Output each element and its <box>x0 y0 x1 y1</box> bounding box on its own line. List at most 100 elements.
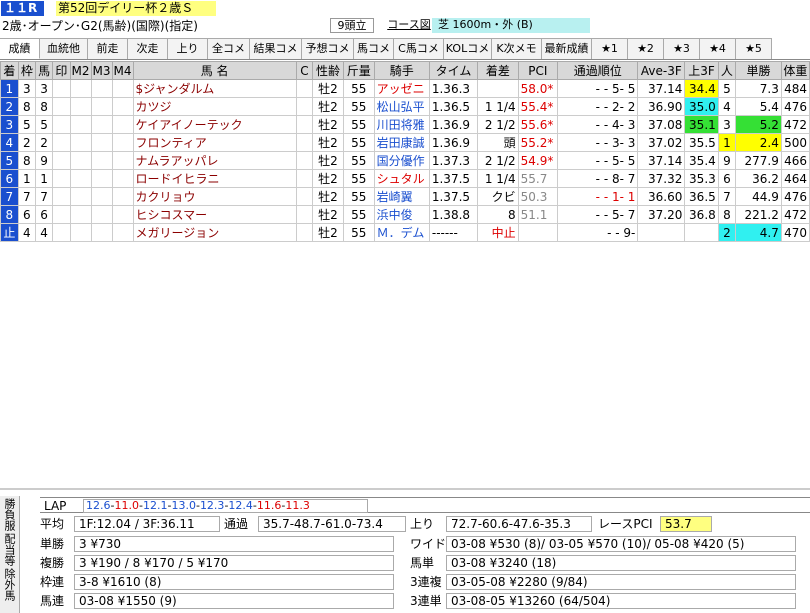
up-value: 72.7-60.6-47.6-35.3 <box>446 516 592 532</box>
lap-split: 11.3 <box>285 499 310 512</box>
col-header-20[interactable]: 体重 <box>780 61 810 80</box>
col-header-9[interactable]: 性齢 <box>312 61 344 80</box>
last-3f: 34.4 <box>684 79 719 98</box>
col-header-5[interactable]: M3 <box>90 61 113 80</box>
col-header-0[interactable]: 着 <box>0 61 19 80</box>
col-header-12[interactable]: タイム <box>428 61 479 80</box>
tab-1[interactable]: 血統他 <box>40 38 88 59</box>
tab-5[interactable]: 全コメ <box>208 38 250 59</box>
last-3f: 35.4 <box>684 151 719 170</box>
col-header-18[interactable]: 人 <box>717 61 737 80</box>
m4-cell <box>111 97 134 116</box>
c-cell <box>295 115 314 134</box>
ave-3f: 37.08 <box>637 115 686 134</box>
col-header-2[interactable]: 馬 <box>34 61 54 80</box>
side-tab-2[interactable]: 除外馬 <box>0 568 18 601</box>
tab-17[interactable]: ★5 <box>736 38 772 59</box>
tab-16[interactable]: ★4 <box>700 38 736 59</box>
tab-7[interactable]: 予想コメ <box>302 38 354 59</box>
waku-number: 8 <box>17 151 37 170</box>
finish-time: 1.37.3 <box>428 151 479 170</box>
lap-split: 12.3 <box>199 499 225 512</box>
weight-carried: 55 <box>342 133 375 152</box>
m2-cell <box>69 151 92 170</box>
tab-10[interactable]: KOLコメ <box>444 38 492 59</box>
table-row[interactable]: 止 4 4 メガリージョン 牡2 55 Ｍ．デム ------ 中止 - - 9- 2 4.7 470 <box>0 223 810 242</box>
body-weight: 476 <box>780 97 810 116</box>
win-odds: 5.4 <box>735 97 782 116</box>
c-cell <box>295 187 314 206</box>
umaren-value: 03-08 ¥1550 (9) <box>74 593 394 609</box>
lap-split: 12.6 <box>86 499 111 512</box>
tab-8[interactable]: 馬コメ <box>354 38 394 59</box>
col-header-4[interactable]: M2 <box>69 61 92 80</box>
col-header-8[interactable]: C <box>295 61 314 80</box>
m3-cell <box>90 97 113 116</box>
col-header-13[interactable]: 着差 <box>477 61 519 80</box>
finish-time: 1.36.3 <box>428 79 479 98</box>
table-row[interactable]: 5 8 9 ナムラアッパレ 牡2 55 国分優作 1.37.3 2 1/2 54.9* - - 5-… <box>0 151 810 170</box>
margin: 中止 <box>477 223 519 242</box>
course-map-link[interactable]: コース図 <box>387 18 431 33</box>
tab-15[interactable]: ★3 <box>664 38 700 59</box>
horse-name: カツジ <box>132 97 297 116</box>
table-row[interactable]: 7 7 7 カクリョウ 牡2 55 岩崎翼 1.37.5 クビ 50.3- - 1- 1 36.60… <box>0 187 810 206</box>
avg-value: 1F:12.04 / 3F:36.11 <box>74 516 220 532</box>
sex-age: 牡2 <box>312 97 344 116</box>
mark-cell <box>52 169 71 188</box>
side-tab-1[interactable]: 配当等 <box>0 533 18 566</box>
c-cell <box>295 205 314 224</box>
table-row[interactable]: 6 1 1 ロードイヒラニ 牡2 55 シュタル 1.37.5 1 1/4 55.7- - 8- … <box>0 169 810 188</box>
col-header-16[interactable]: Ave-3F <box>637 61 686 80</box>
side-tab-0[interactable]: 勝負服 <box>0 498 18 531</box>
c-cell <box>295 79 314 98</box>
course-info: 芝 1600m・外 (B) <box>432 18 590 33</box>
passing-order: - - 1- 1 <box>557 187 639 206</box>
tab-12[interactable]: 最新成績 <box>542 38 592 59</box>
col-header-7[interactable]: 馬 名 <box>132 61 297 80</box>
tab-0[interactable]: 成績 <box>0 38 40 59</box>
table-row[interactable]: 2 8 8 カツジ 牡2 55 松山弘平 1.36.5 1 1/4 55.4* - - 2- 2 36… <box>0 97 810 116</box>
tab-2[interactable]: 前走 <box>88 38 128 59</box>
tab-11[interactable]: K次メモ <box>492 38 542 59</box>
sex-age: 牡2 <box>312 133 344 152</box>
tab-4[interactable]: 上り <box>168 38 208 59</box>
col-header-17[interactable]: 上3F <box>684 61 719 80</box>
waku-number: 2 <box>17 133 37 152</box>
col-header-11[interactable]: 騎手 <box>373 61 430 80</box>
ave-3f: 37.14 <box>637 79 686 98</box>
mark-cell <box>52 115 71 134</box>
col-header-10[interactable]: 斤量 <box>342 61 375 80</box>
c-cell <box>295 169 314 188</box>
ave-3f: 36.90 <box>637 97 686 116</box>
table-row[interactable]: 8 6 6 ヒシコスマー 牡2 55 浜中俊 1.38.8 8 51.1- - 5- 7 37.20… <box>0 205 810 224</box>
last-3f: 36.8 <box>684 205 719 224</box>
finish-time: 1.37.5 <box>428 187 479 206</box>
lap-value: 12.6-11.0-12.1-13.0-12.3-12.4-11.6-11.3 <box>83 499 368 513</box>
tab-13[interactable]: ★1 <box>592 38 628 59</box>
col-header-15[interactable]: 通過順位 <box>557 61 639 80</box>
col-header-14[interactable]: PCI <box>517 61 559 80</box>
tansho-value: 3 ¥730 <box>74 536 394 552</box>
margin: 2 1/2 <box>477 115 519 134</box>
race-pci-value: 53.7 <box>660 516 712 532</box>
win-odds: 36.2 <box>735 169 782 188</box>
tab-6[interactable]: 結果コメ <box>250 38 302 59</box>
tab-14[interactable]: ★2 <box>628 38 664 59</box>
table-row[interactable]: 3 5 5 ケイアイノーテック 牡2 55 川田将雅 1.36.9 2 1/2 55.6* - - … <box>0 115 810 134</box>
body-weight: 466 <box>780 151 810 170</box>
horse-name: メガリージョン <box>132 223 297 242</box>
finish-time: 1.36.5 <box>428 97 479 116</box>
lap-split: 12.4 <box>228 499 253 512</box>
col-header-1[interactable]: 枠 <box>17 61 37 80</box>
table-row[interactable]: 1 3 3 $ジャンダルム 牡2 55 アッゼニ 1.36.3 58.0* - - 5- 5 37.… <box>0 79 810 98</box>
col-header-6[interactable]: M4 <box>111 61 134 80</box>
table-row[interactable]: 4 2 2 フロンティア 牡2 55 岩田康誠 1.36.9 頭 55.2* - - 3- 3 37.… <box>0 133 810 152</box>
tab-3[interactable]: 次走 <box>128 38 168 59</box>
tab-9[interactable]: C馬コメ <box>394 38 444 59</box>
jockey-name: シュタル <box>373 169 430 188</box>
sex-age: 牡2 <box>312 223 344 242</box>
win-odds: 44.9 <box>735 187 782 206</box>
col-header-19[interactable]: 単勝 <box>735 61 782 80</box>
col-header-3[interactable]: 印 <box>52 61 71 80</box>
